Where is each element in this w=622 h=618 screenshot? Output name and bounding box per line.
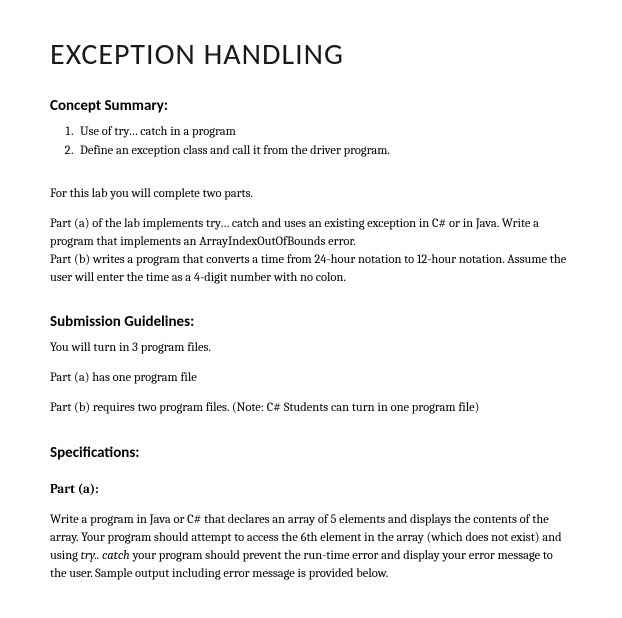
submission-heading: Submission Guidelines: bbox=[50, 313, 572, 331]
concept-summary-heading: Concept Summary: bbox=[50, 97, 572, 115]
part-a-heading: Part (a): bbox=[50, 482, 572, 497]
specifications-heading: Specifications: bbox=[50, 444, 572, 462]
part-a-body: Write a program in Java or C# that decla… bbox=[50, 511, 572, 584]
submission-paragraph: Part (b) requires two program files. (No… bbox=[50, 399, 572, 417]
submission-paragraph: You will turn in 3 program files. bbox=[50, 339, 572, 357]
submission-paragraph: Part (a) has one program file bbox=[50, 369, 572, 387]
list-item: Use of try… catch in a program bbox=[76, 123, 572, 142]
intro-paragraph: For this lab you will complete two parts… bbox=[50, 185, 572, 203]
page-title: EXCEPTION HANDLING bbox=[50, 36, 572, 73]
intro-paragraph: Part (a) of the lab implements try… catc… bbox=[50, 215, 572, 288]
part-a-body-ital: try.. catch bbox=[81, 549, 130, 563]
concept-summary-list: Use of try… catch in a program Define an… bbox=[76, 123, 572, 161]
list-item: Define an exception class and call it fr… bbox=[76, 142, 572, 161]
